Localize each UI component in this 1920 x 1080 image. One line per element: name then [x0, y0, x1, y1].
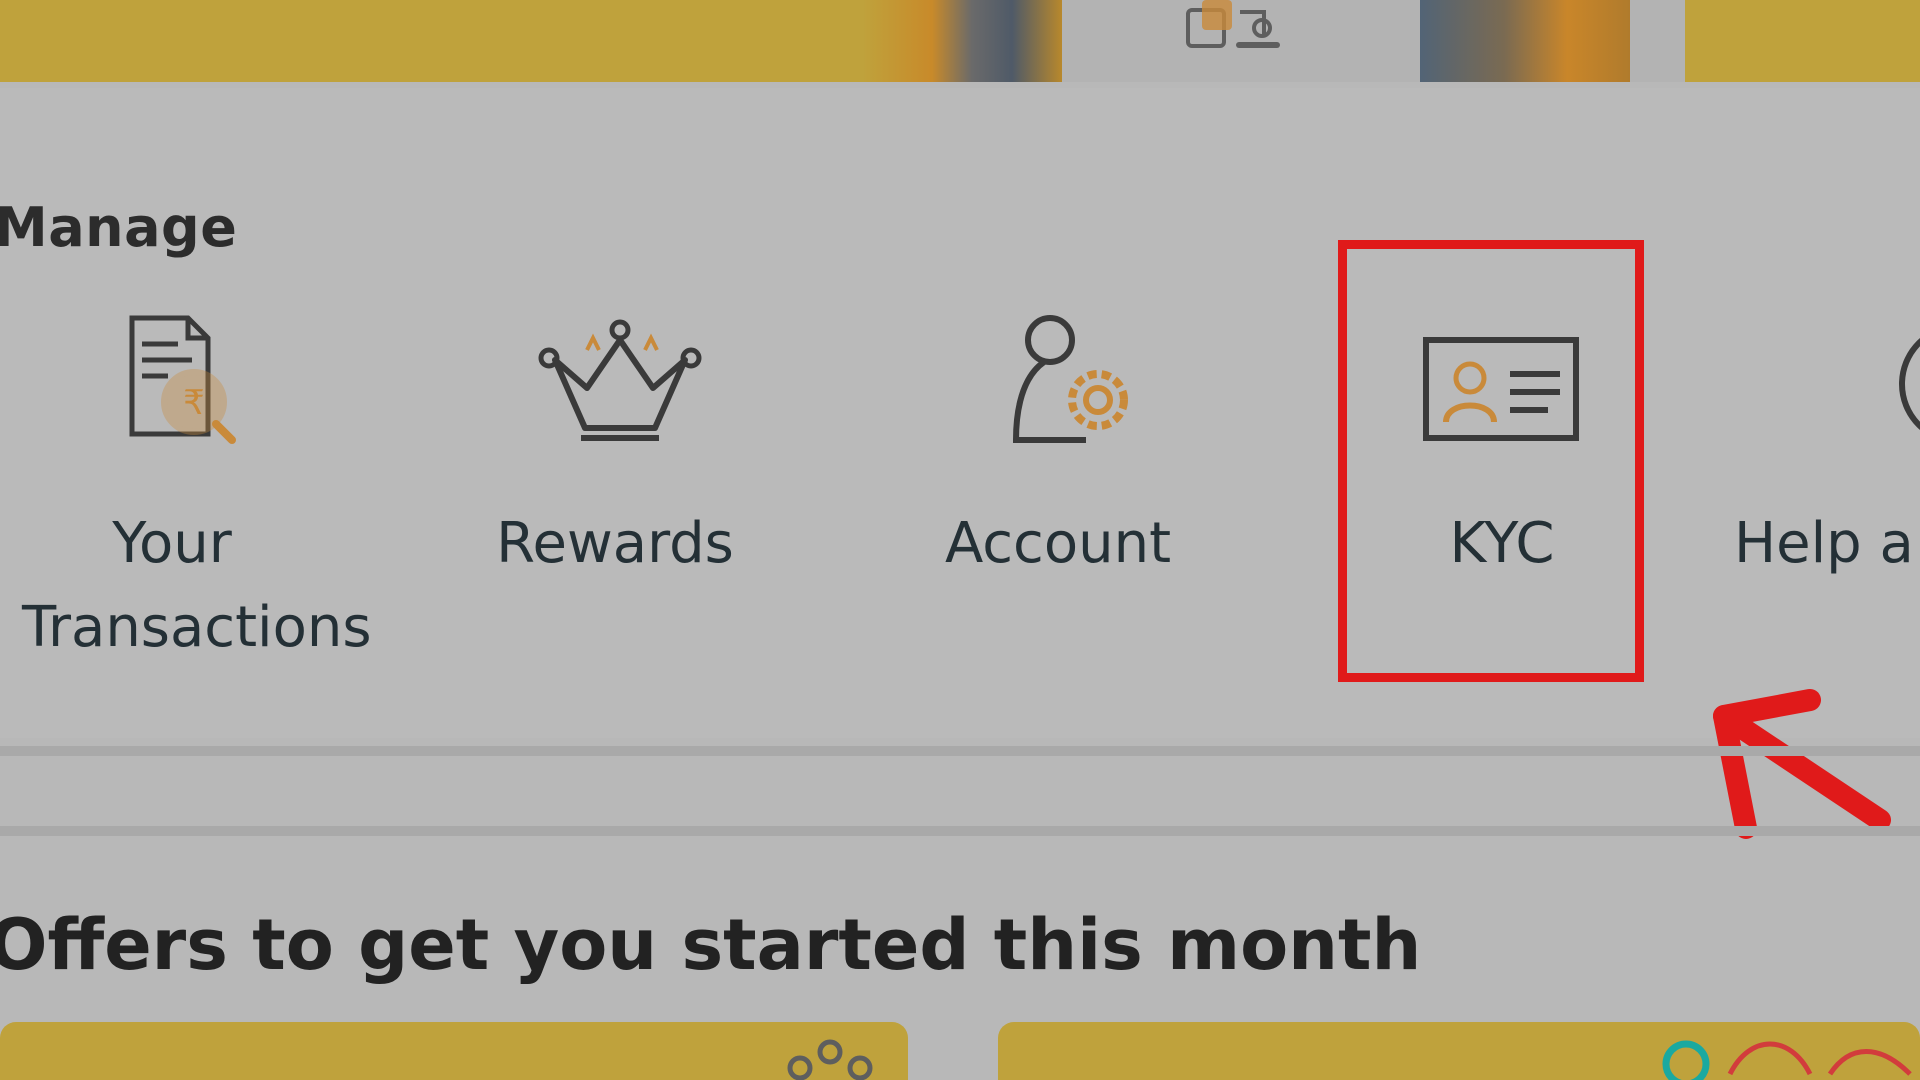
arrow-annotation-icon	[1713, 689, 1891, 839]
transactions-rupee-document-icon: ₹	[129, 315, 236, 444]
app-screen: Manage ₹ Your Transactions Rewards Accou…	[0, 0, 1920, 1080]
user-settings-icon	[1012, 315, 1128, 443]
manage-item-label: Rewards	[496, 511, 734, 576]
banner-card[interactable]	[1685, 0, 1920, 82]
manage-item-your-transactions[interactable]: ₹ Your Transactions	[22, 310, 372, 670]
manage-item-label: Help a	[1734, 511, 1914, 576]
top-banner-carousel[interactable]	[0, 0, 1920, 82]
manage-item-account[interactable]: Account	[908, 310, 1208, 586]
banner-card[interactable]	[1420, 0, 1630, 82]
offer-logo-icon	[1662, 1040, 1912, 1080]
banner-card[interactable]	[0, 0, 1062, 82]
scan-qr-icon[interactable]	[1180, 0, 1300, 60]
section-divider	[0, 826, 1920, 836]
offers-section-title: Offers to get you started this month	[0, 904, 1422, 986]
svg-text:₹: ₹	[183, 383, 205, 423]
manage-item-label: Account	[944, 511, 1172, 576]
label-line-2: Transactions	[22, 595, 372, 660]
manage-item-help[interactable]: Help a	[1720, 310, 1920, 586]
section-divider	[0, 746, 1920, 756]
manage-item-rewards[interactable]: Rewards	[465, 310, 765, 586]
manage-item-label: Your Transactions	[22, 502, 372, 670]
help-icon	[1899, 337, 1920, 431]
section-title-manage: Manage	[0, 196, 238, 259]
crown-icon	[538, 319, 702, 441]
banner-photo	[862, 0, 1062, 82]
kyc-highlight-box	[1338, 240, 1644, 682]
offer-decoration-icon	[787, 1039, 873, 1080]
label-line-1: Your	[112, 511, 232, 576]
